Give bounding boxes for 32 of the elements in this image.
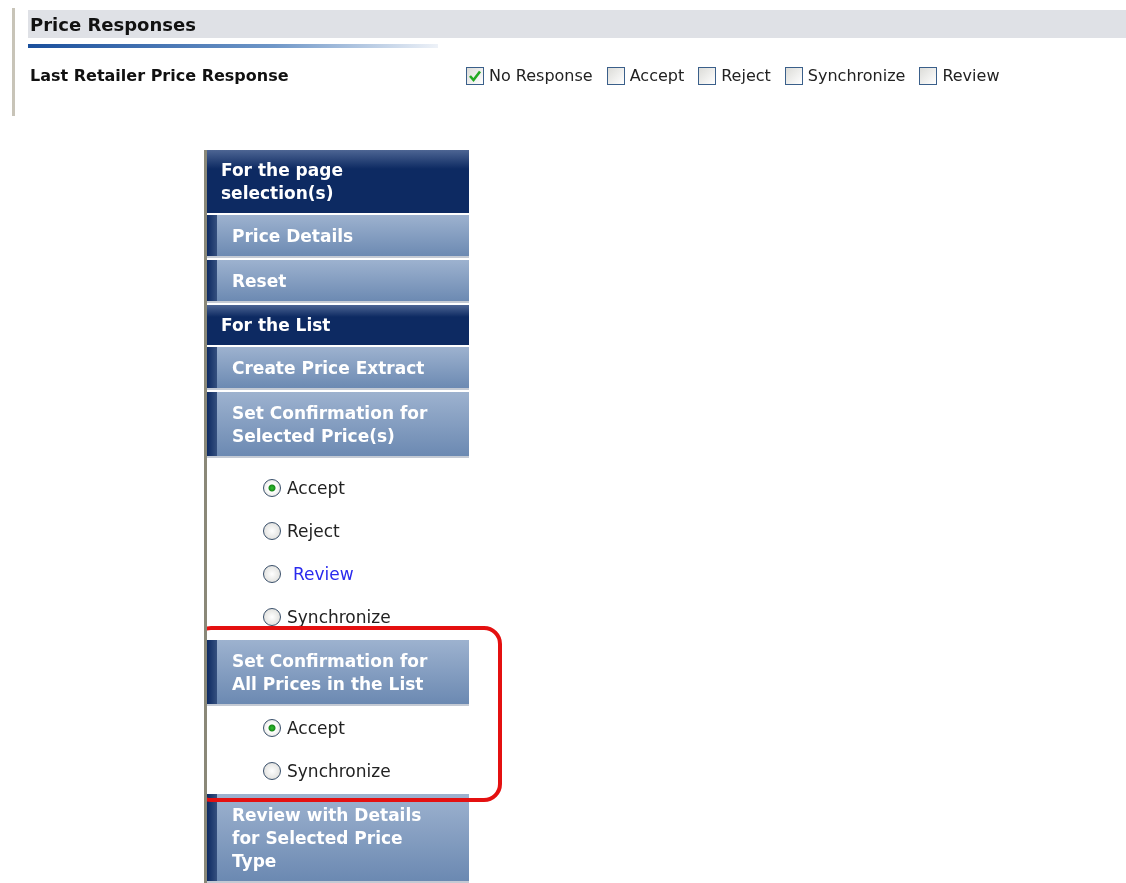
- menu-action-button[interactable]: Set Confirmation for Selected Price(s): [207, 392, 469, 458]
- menu-action-button[interactable]: Create Price Extract: [207, 347, 469, 390]
- menu-action-button[interactable]: Reset: [207, 260, 469, 303]
- checkbox-label: No Response: [489, 66, 593, 85]
- radio-button[interactable]: [263, 718, 281, 737]
- radio-button[interactable]: [263, 761, 281, 780]
- radio-button[interactable]: [263, 478, 281, 497]
- radio-label: Accept: [287, 477, 345, 498]
- radio-label: Reject: [287, 520, 340, 541]
- checkbox-label: Reject: [721, 66, 771, 85]
- checkbox-label: Accept: [629, 66, 685, 85]
- checkbox[interactable]: [919, 66, 938, 85]
- filter-label: Last Retailer Price Response: [30, 66, 290, 85]
- radio-button[interactable]: [263, 607, 281, 626]
- checkbox[interactable]: [606, 66, 625, 85]
- radio-label: Synchronize: [287, 760, 391, 781]
- section-title: Price Responses: [30, 13, 196, 35]
- menu-action-button[interactable]: Price Details: [207, 215, 469, 258]
- checkbox-label: Review: [942, 66, 1000, 85]
- menu-section-header: For the List: [207, 305, 469, 345]
- checkbox-label: Synchronize: [807, 66, 906, 85]
- menu-action-button[interactable]: Review with Details for Selected Price Type: [207, 794, 469, 883]
- radio-link[interactable]: Review: [293, 563, 354, 584]
- radio-button[interactable]: [263, 564, 281, 583]
- radio-button[interactable]: [263, 521, 281, 540]
- menu-action-button[interactable]: Set Confirmation for All Prices in the List: [207, 640, 469, 706]
- radio-label: Synchronize: [287, 606, 391, 627]
- checkbox[interactable]: [698, 66, 717, 85]
- radio-label: Accept: [287, 717, 345, 738]
- menu-section-header: For the page selection(s): [207, 150, 469, 213]
- checkbox[interactable]: [466, 66, 484, 85]
- checkbox[interactable]: [784, 66, 803, 85]
